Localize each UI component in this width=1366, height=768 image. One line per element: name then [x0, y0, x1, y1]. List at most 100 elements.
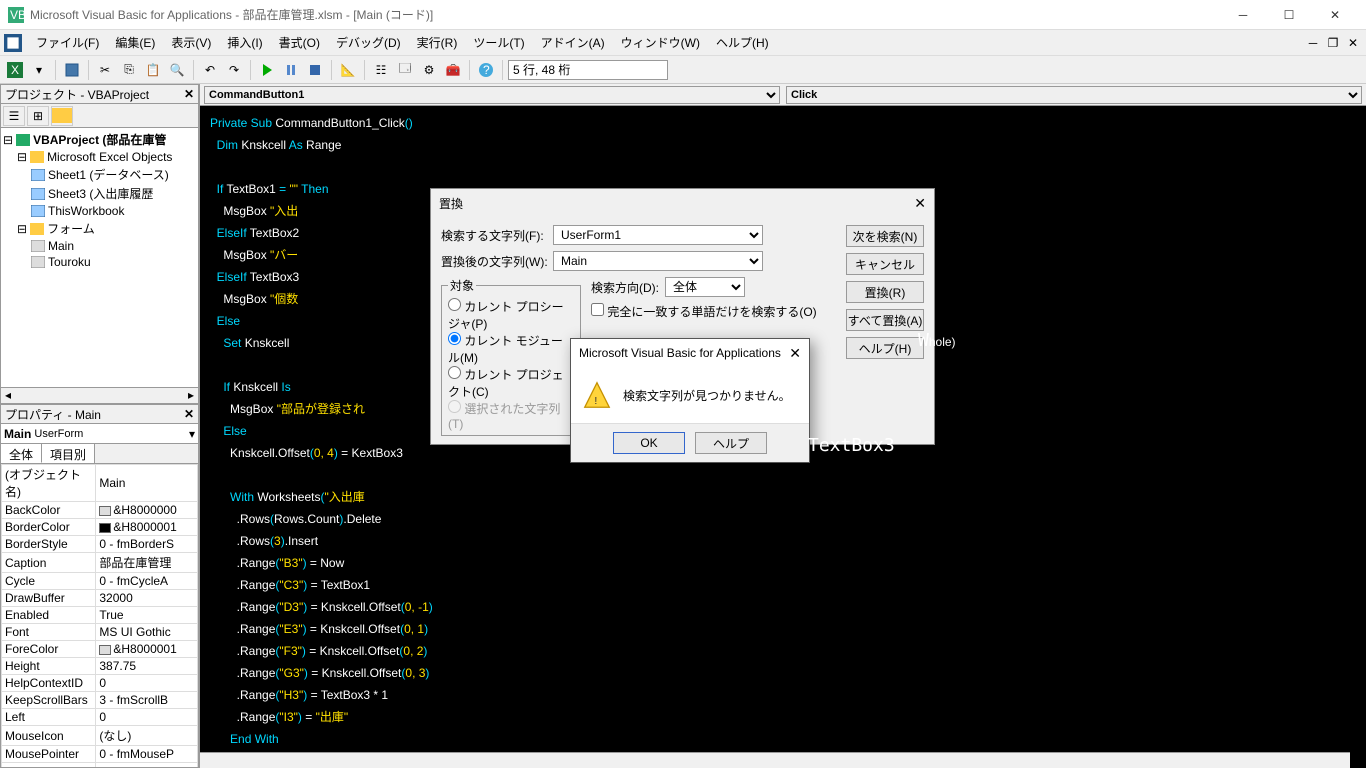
prop-name[interactable]: MouseIcon: [2, 726, 96, 746]
msgbox-ok-button[interactable]: OK: [613, 432, 685, 454]
find-next-button[interactable]: 次を検索(N): [846, 225, 924, 247]
mdi-close[interactable]: ✕: [1344, 36, 1362, 50]
prop-name[interactable]: BorderStyle: [2, 536, 96, 553]
maximize-button[interactable]: ☐: [1266, 0, 1312, 30]
prop-name[interactable]: (オブジェクト名): [2, 465, 96, 502]
prop-name[interactable]: Enabled: [2, 607, 96, 624]
replace-all-button[interactable]: すべて置換(A): [846, 309, 924, 331]
view-code-icon[interactable]: ☰: [3, 106, 25, 126]
paste-icon[interactable]: 📋: [142, 59, 164, 81]
object-dropdown[interactable]: CommandButton1: [204, 86, 780, 104]
copy-icon[interactable]: ⎘: [118, 59, 140, 81]
prop-name[interactable]: MousePointer: [2, 746, 96, 763]
prop-value[interactable]: 0 - fmCycleA: [96, 573, 198, 590]
tab-all[interactable]: 全体: [1, 444, 42, 463]
prop-value[interactable]: Main: [96, 465, 198, 502]
replace-button[interactable]: 置換(R): [846, 281, 924, 303]
opt-proc[interactable]: カレント プロシージャ(P): [448, 300, 564, 331]
prop-name[interactable]: KeepScrollBars: [2, 692, 96, 709]
opt-module[interactable]: カレント モジュール(M): [448, 334, 563, 365]
tab-categorized[interactable]: 項目別: [42, 444, 95, 463]
design-mode-icon[interactable]: 📐: [337, 59, 359, 81]
replace-input[interactable]: Main: [553, 251, 763, 271]
help-button[interactable]: ヘルプ(H): [846, 337, 924, 359]
procedure-dropdown[interactable]: Click: [786, 86, 1362, 104]
project-close-icon[interactable]: ✕: [184, 87, 194, 101]
msgbox-title[interactable]: Microsoft Visual Basic for Applications …: [571, 339, 809, 367]
close-button[interactable]: ✕: [1312, 0, 1358, 30]
prop-name[interactable]: ForeColor: [2, 641, 96, 658]
project-explorer-icon[interactable]: ☷: [370, 59, 392, 81]
insert-dropdown[interactable]: ▾: [28, 59, 50, 81]
redo-icon[interactable]: ↷: [223, 59, 245, 81]
code-hscroll[interactable]: [200, 752, 1350, 768]
tree-main[interactable]: Main: [48, 239, 74, 253]
properties-selector[interactable]: Main UserForm▾: [0, 424, 199, 444]
run-icon[interactable]: [256, 59, 278, 81]
find-icon[interactable]: 🔍: [166, 59, 188, 81]
prop-name[interactable]: Font: [2, 624, 96, 641]
prop-value[interactable]: 部品在庫管理: [96, 553, 198, 573]
menu-debug[interactable]: デバッグ(D): [328, 31, 409, 54]
menu-help[interactable]: ヘルプ(H): [708, 31, 777, 54]
msgbox-help-button[interactable]: ヘルプ: [695, 432, 767, 454]
cancel-button[interactable]: キャンセル: [846, 253, 924, 275]
undo-icon[interactable]: ↶: [199, 59, 221, 81]
minus-icon[interactable]: ⊟: [17, 150, 27, 164]
prop-value[interactable]: 0 - fmBorderS: [96, 536, 198, 553]
prop-name[interactable]: BackColor: [2, 502, 96, 519]
properties-grid[interactable]: (オブジェクト名)MainBackColor&H8000000BorderCol…: [0, 464, 199, 768]
prop-name[interactable]: BorderColor: [2, 519, 96, 536]
menu-edit[interactable]: 編集(E): [107, 31, 163, 54]
prop-name[interactable]: DrawBuffer: [2, 590, 96, 607]
opt-project[interactable]: カレント プロジェクト(C): [448, 368, 564, 399]
chevron-down-icon[interactable]: ▾: [189, 427, 195, 441]
prop-name[interactable]: Cycle: [2, 573, 96, 590]
dialog-close-icon[interactable]: ✕: [914, 195, 926, 212]
tree-sheet3[interactable]: Sheet3 (入出庫履歴: [48, 185, 153, 202]
tree-touroku[interactable]: Touroku: [48, 255, 91, 269]
prop-value[interactable]: (なし): [96, 763, 198, 768]
menu-file[interactable]: ファイル(F): [28, 31, 107, 54]
menu-view[interactable]: 表示(V): [163, 31, 219, 54]
prop-value[interactable]: MS UI Gothic: [96, 624, 198, 641]
toolbox-icon[interactable]: 🧰: [442, 59, 464, 81]
excel-icon[interactable]: X: [4, 59, 26, 81]
mdi-minimize[interactable]: ─: [1304, 36, 1322, 50]
prop-value[interactable]: 0 - fmMouseP: [96, 746, 198, 763]
prop-name[interactable]: Height: [2, 658, 96, 675]
prop-name[interactable]: Picture: [2, 763, 96, 768]
folder-icon[interactable]: [51, 106, 73, 126]
menu-format[interactable]: 書式(O): [271, 31, 328, 54]
menu-run[interactable]: 実行(R): [409, 31, 466, 54]
prop-value[interactable]: &H8000001: [96, 519, 198, 536]
stop-icon[interactable]: [304, 59, 326, 81]
prop-value[interactable]: 32000: [96, 590, 198, 607]
help-icon[interactable]: ?: [475, 59, 497, 81]
prop-value[interactable]: 387.75: [96, 658, 198, 675]
object-browser-icon[interactable]: ⚙: [418, 59, 440, 81]
prop-value[interactable]: &H8000001: [96, 641, 198, 658]
menu-insert[interactable]: 挿入(I): [219, 31, 270, 54]
tree-root[interactable]: VBAProject (部品在庫管: [33, 131, 166, 148]
properties-icon[interactable]: 🗔: [394, 59, 416, 81]
pause-icon[interactable]: [280, 59, 302, 81]
whole-word-check[interactable]: 完全に一致する単語だけを検索する(O): [591, 305, 817, 319]
prop-name[interactable]: Left: [2, 709, 96, 726]
menu-window[interactable]: ウィンドウ(W): [613, 31, 708, 54]
menu-addins[interactable]: アドイン(A): [533, 31, 613, 54]
replace-title[interactable]: 置換 ✕: [431, 189, 934, 217]
mdi-sys-icon[interactable]: [4, 34, 22, 52]
minus-icon[interactable]: ⊟: [17, 222, 27, 236]
project-tree[interactable]: ⊟ VBAProject (部品在庫管 ⊟ Microsoft Excel Obje…: [0, 128, 199, 388]
tree-thiswb[interactable]: ThisWorkbook: [48, 204, 124, 218]
prop-value[interactable]: 0: [96, 709, 198, 726]
prop-name[interactable]: Caption: [2, 553, 96, 573]
prop-name[interactable]: HelpContextID: [2, 675, 96, 692]
menu-tools[interactable]: ツール(T): [465, 31, 532, 54]
tree-excel-objects[interactable]: Microsoft Excel Objects: [47, 150, 172, 164]
project-hscroll[interactable]: ◂▸: [0, 388, 199, 404]
minimize-button[interactable]: ─: [1220, 0, 1266, 30]
prop-value[interactable]: 3 - fmScrollB: [96, 692, 198, 709]
minus-icon[interactable]: ⊟: [3, 133, 13, 147]
